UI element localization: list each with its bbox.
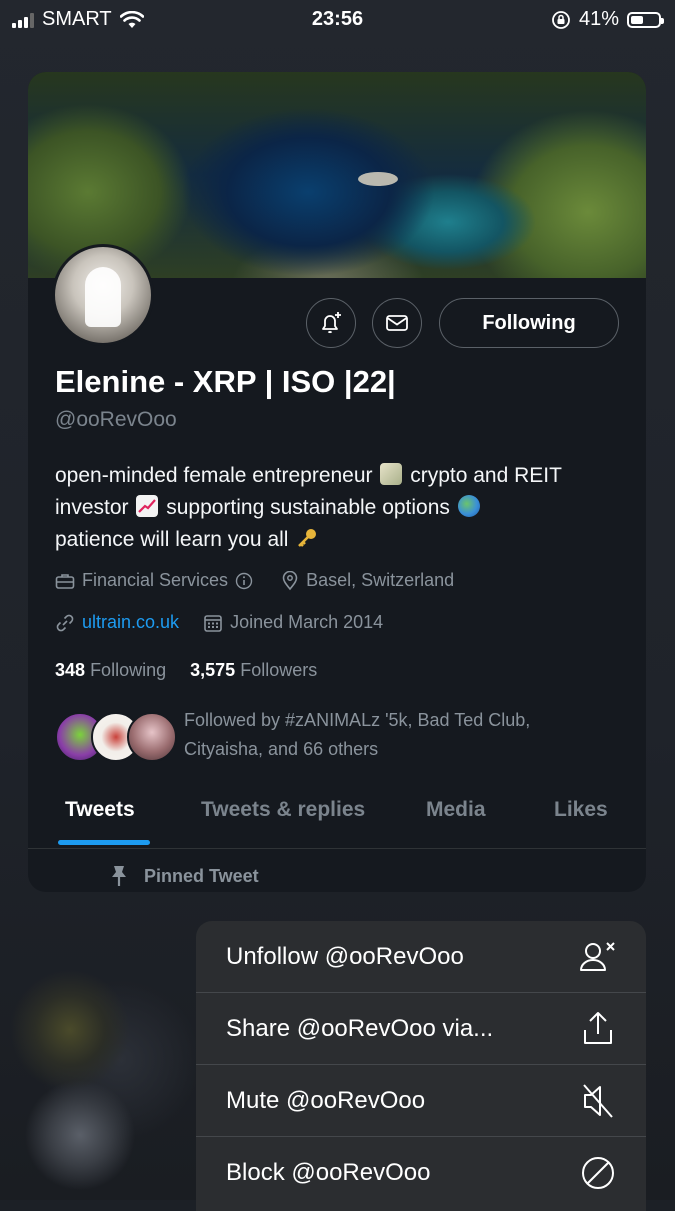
following-label: Following xyxy=(90,660,167,680)
following-button[interactable]: Following xyxy=(439,298,619,348)
link-icon xyxy=(56,614,74,631)
followed-by-line-2: Cityaisha, and 66 others xyxy=(184,739,379,759)
followed-by-line-1: Followed by #zANIMALz '5k, Bad Ted Club, xyxy=(184,710,531,730)
bio-text-4: supporting sustainable options xyxy=(166,496,450,519)
pinned-tweet-header: Pinned Tweet xyxy=(108,864,259,888)
message-button[interactable] xyxy=(372,298,422,348)
joined-text: Joined March 2014 xyxy=(230,612,384,632)
profile-meta-row-2: ultrain.co.uk Joined March 2014 xyxy=(55,612,383,633)
avatar-figure xyxy=(85,267,121,327)
status-bar: SMART 23:56 41% xyxy=(0,0,675,40)
follow-counts: 348 Following 3,575 Followers xyxy=(55,660,317,681)
speaker-muted-icon xyxy=(578,1081,618,1121)
money-wings-emoji-icon xyxy=(380,463,403,485)
tab-tweets-replies[interactable]: Tweets & replies xyxy=(201,798,365,822)
profile-avatar[interactable] xyxy=(52,244,154,346)
bio-text-5: patience will learn you all xyxy=(55,528,289,551)
profile-name: Elenine - XRP | ISO |22| xyxy=(55,364,396,399)
bio-text-3: investor xyxy=(55,496,129,519)
unfollow-label: Unfollow @ooRevOoo xyxy=(226,943,464,970)
mute-menu-item[interactable]: Mute @ooRevOoo xyxy=(196,1065,646,1137)
bio-text-1: open-minded female entrepreneur xyxy=(55,464,373,487)
share-label: Share @ooRevOoo via... xyxy=(226,1015,494,1042)
tab-likes[interactable]: Likes xyxy=(554,798,608,822)
chart-increasing-emoji-icon xyxy=(136,495,159,517)
unfollow-menu-item[interactable]: Unfollow @ooRevOoo xyxy=(196,921,646,993)
block-icon xyxy=(578,1153,618,1193)
briefcase-icon xyxy=(55,573,75,589)
calendar-icon xyxy=(204,614,222,632)
block-label: Block @ooRevOoo xyxy=(226,1159,431,1186)
mute-label: Mute @ooRevOoo xyxy=(226,1087,426,1114)
pinned-label: Pinned Tweet xyxy=(144,865,259,886)
followed-by-text[interactable]: Followed by #zANIMALz '5k, Bad Ted Club,… xyxy=(184,706,624,764)
block-menu-item[interactable]: Block @ooRevOoo xyxy=(196,1137,646,1209)
location-text: Basel, Switzerland xyxy=(306,570,455,590)
battery-percent: 41% xyxy=(578,8,619,30)
profile-action-menu: Unfollow @ooRevOoo Share @ooRevOoo via..… xyxy=(196,921,646,1211)
notifications-button[interactable] xyxy=(306,298,356,348)
location-pin-icon xyxy=(282,570,298,590)
bell-plus-icon xyxy=(322,312,341,334)
tab-tweets[interactable]: Tweets xyxy=(65,798,135,822)
website-link[interactable]: ultrain.co.uk xyxy=(82,612,179,633)
globe-emoji-icon xyxy=(457,495,480,517)
profile-bio: open-minded female entrepreneur crypto a… xyxy=(55,460,635,556)
pin-icon xyxy=(112,866,126,886)
share-menu-item[interactable]: Share @ooRevOoo via... xyxy=(196,993,646,1065)
person-x-icon xyxy=(578,937,618,977)
following-count-link[interactable]: 348 Following xyxy=(55,660,166,680)
followers-label: Followers xyxy=(240,660,318,680)
key-emoji-icon xyxy=(296,527,318,549)
follower-avatar-3 xyxy=(127,712,177,762)
followers-count-link[interactable]: 3,575 Followers xyxy=(190,660,317,680)
followed-by-avatars[interactable] xyxy=(55,712,177,762)
followers-count: 3,575 xyxy=(190,660,236,680)
profile-handle: @ooRevOoo xyxy=(55,408,177,431)
profile-tabs: Tweets Tweets & replies Media Likes xyxy=(28,778,646,849)
tab-media[interactable]: Media xyxy=(426,798,486,822)
info-icon[interactable] xyxy=(235,572,253,590)
profile-meta-row-1: Financial Services Basel, Switzerland xyxy=(55,570,454,591)
share-icon xyxy=(578,1009,618,1049)
rotation-lock-icon xyxy=(552,10,570,29)
battery-icon xyxy=(627,11,664,28)
banner-boat xyxy=(358,172,398,186)
envelope-icon xyxy=(386,315,408,331)
category-text: Financial Services xyxy=(82,570,229,590)
active-tab-indicator xyxy=(58,840,150,845)
profile-card: Following Elenine - XRP | ISO |22| @ooRe… xyxy=(28,72,646,892)
bio-text-2: crypto and REIT xyxy=(410,464,562,487)
following-count: 348 xyxy=(55,660,86,680)
